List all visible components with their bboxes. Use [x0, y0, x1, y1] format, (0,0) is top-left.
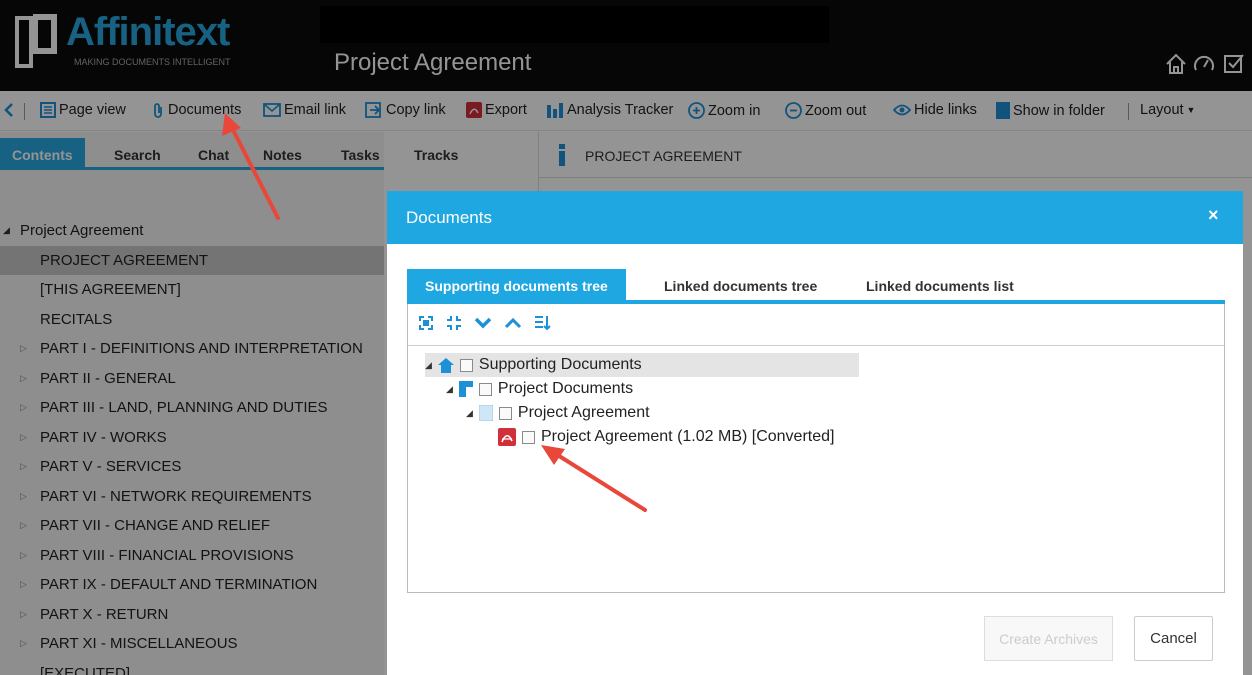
checkbox[interactable]: [478, 382, 492, 396]
sort-list-icon[interactable]: [534, 315, 552, 331]
tree-panel: ◢ Supporting Documents ◢ Project Documen…: [407, 304, 1225, 593]
tree-toolbar: [418, 315, 552, 331]
tab-supporting-documents-tree[interactable]: Supporting documents tree: [407, 269, 626, 300]
expand-all-icon[interactable]: [418, 315, 434, 331]
tree-node-label: Project Agreement: [517, 404, 650, 421]
collapse-all-icon[interactable]: [446, 315, 462, 331]
toolbar-divider: [408, 345, 1224, 346]
home-icon: [437, 357, 454, 373]
expanded-caret-icon[interactable]: ◢: [466, 408, 473, 419]
tab-linked-documents-list[interactable]: Linked documents list: [866, 278, 1014, 294]
chevron-down-icon[interactable]: [474, 316, 492, 330]
tab-linked-documents-tree[interactable]: Linked documents tree: [664, 278, 817, 294]
chevron-up-icon[interactable]: [504, 316, 522, 330]
tree-node-project-agreement[interactable]: ◢ Project Agreement: [466, 401, 650, 425]
folder-icon: [458, 381, 473, 397]
tree-node-label: Project Documents: [497, 380, 634, 397]
pdf-icon: [498, 428, 516, 446]
dialog-tabs: Supporting documents tree Linked documen…: [407, 269, 1225, 304]
expanded-caret-icon[interactable]: ◢: [425, 360, 432, 371]
expanded-caret-icon[interactable]: ◢: [446, 384, 453, 395]
app-window: Affinitext MAKING DOCUMENTS INTELLIGENT …: [0, 0, 1252, 675]
create-archives-button[interactable]: Create Archives: [984, 616, 1113, 661]
documents-dialog: Documents × Supporting documents tree Li…: [387, 191, 1243, 675]
dialog-header: Documents ×: [387, 191, 1243, 244]
dialog-title: Documents: [406, 208, 492, 227]
tree-node-label: Supporting Documents: [478, 356, 642, 373]
cancel-button[interactable]: Cancel: [1134, 616, 1213, 661]
document-icon: [478, 405, 493, 421]
tree-node-label: Project Agreement (1.02 MB) [Converted]: [541, 428, 835, 445]
close-icon[interactable]: ×: [1208, 205, 1219, 226]
tree-node-supporting-documents[interactable]: ◢ Supporting Documents: [425, 353, 859, 377]
checkbox[interactable]: [522, 430, 535, 444]
tree-node-project-documents[interactable]: ◢ Project Documents: [446, 377, 633, 401]
checkbox[interactable]: [498, 406, 512, 420]
checkbox[interactable]: [459, 358, 473, 372]
tree-node-pdf-file[interactable]: Project Agreement (1.02 MB) [Converted]: [498, 425, 834, 449]
